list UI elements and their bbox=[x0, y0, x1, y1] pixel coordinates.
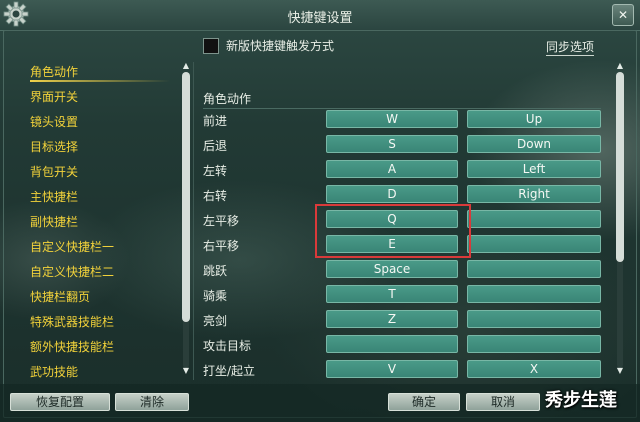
close-button[interactable]: ✕ bbox=[612, 4, 634, 26]
secondary-key-button[interactable] bbox=[467, 235, 601, 253]
keybind-row: 后退 S Down bbox=[203, 134, 603, 154]
sidebar-item-main-bar[interactable]: 主快捷栏 bbox=[30, 187, 180, 212]
sidebar-item-camera[interactable]: 镜头设置 bbox=[30, 112, 180, 137]
action-name: 亮剑 bbox=[203, 314, 228, 328]
primary-key-button[interactable]: V bbox=[326, 360, 458, 378]
shortcut-settings-window: 快捷键设置 ✕ 新版快捷键触发方式 同步选项 角色动作 界面开关 镜头设置 目标… bbox=[0, 0, 640, 422]
action-name: 右转 bbox=[203, 189, 228, 203]
keybind-row: 左转 A Left bbox=[203, 159, 603, 179]
sidebar-item-interface[interactable]: 界面开关 bbox=[30, 87, 180, 112]
secondary-key-button[interactable]: Up bbox=[467, 110, 601, 128]
secondary-key-button[interactable] bbox=[467, 335, 601, 353]
ok-button[interactable]: 确定 bbox=[388, 393, 460, 411]
title-bar: 快捷键设置 ✕ bbox=[0, 0, 640, 31]
new-mode-checkbox[interactable] bbox=[203, 37, 219, 54]
primary-key-button[interactable]: Z bbox=[326, 310, 458, 328]
section-title: 角色动作 bbox=[203, 92, 252, 106]
new-mode-option[interactable]: 新版快捷键触发方式 bbox=[203, 37, 334, 54]
primary-key-button[interactable]: S bbox=[326, 135, 458, 153]
clear-button[interactable]: 清除 bbox=[115, 393, 189, 411]
keybind-row: 右转 D Right bbox=[203, 184, 603, 204]
cancel-button[interactable]: 取消 bbox=[466, 393, 540, 411]
primary-key-button[interactable]: W bbox=[326, 110, 458, 128]
scroll-up-icon[interactable]: ▲ bbox=[181, 62, 191, 70]
action-name: 骑乘 bbox=[203, 289, 228, 303]
sidebar-item-bar-page[interactable]: 快捷栏翻页 bbox=[30, 287, 180, 312]
sidebar-item-custom-bar-2[interactable]: 自定义快捷栏二 bbox=[30, 262, 180, 287]
secondary-key-button[interactable] bbox=[467, 210, 601, 228]
sidebar-scroll-thumb[interactable] bbox=[182, 72, 190, 322]
keybind-row: 跳跃 Space bbox=[203, 259, 603, 279]
secondary-key-button[interactable] bbox=[467, 285, 601, 303]
sidebar-item-custom-bar-1[interactable]: 自定义快捷栏一 bbox=[30, 237, 180, 262]
new-mode-label: 新版快捷键触发方式 bbox=[226, 39, 335, 53]
keybind-row: 打坐/起立 V X bbox=[203, 359, 603, 379]
keybind-row: 攻击目标 bbox=[203, 334, 603, 354]
annotation-highlight-box bbox=[315, 204, 471, 258]
primary-key-button[interactable] bbox=[326, 335, 458, 353]
sync-options-link[interactable]: 同步选项 bbox=[546, 38, 595, 56]
secondary-key-button[interactable] bbox=[467, 310, 601, 328]
action-name: 打坐/起立 bbox=[203, 364, 256, 378]
action-name: 前进 bbox=[203, 114, 228, 128]
panel-divider bbox=[193, 62, 194, 380]
action-name: 左平移 bbox=[203, 214, 240, 228]
watermark-text: 秀步生莲 bbox=[545, 390, 617, 411]
primary-key-button[interactable]: A bbox=[326, 160, 458, 178]
keybind-row: 亮剑 Z bbox=[203, 309, 603, 329]
restore-config-button[interactable]: 恢复配置 bbox=[10, 393, 110, 411]
sidebar-item-special-weapon[interactable]: 特殊武器技能栏 bbox=[30, 312, 180, 337]
sidebar-item-sub-bar[interactable]: 副快捷栏 bbox=[30, 212, 180, 237]
category-sidebar: 角色动作 界面开关 镜头设置 目标选择 背包开关 主快捷栏 副快捷栏 自定义快捷… bbox=[30, 62, 180, 387]
sidebar-item-role-action[interactable]: 角色动作 bbox=[30, 62, 180, 87]
secondary-key-button[interactable] bbox=[467, 260, 601, 278]
action-name: 攻击目标 bbox=[203, 339, 252, 353]
sidebar-item-extra-skill-bar[interactable]: 额外快捷技能栏 bbox=[30, 337, 180, 362]
primary-key-button[interactable]: D bbox=[326, 185, 458, 203]
keybind-row: 前进 W Up bbox=[203, 109, 603, 129]
scroll-up-icon[interactable]: ▲ bbox=[615, 62, 625, 70]
sidebar-scrollbar[interactable]: ▲ ▼ bbox=[181, 62, 191, 378]
action-name: 左转 bbox=[203, 164, 228, 178]
sidebar-item-bag[interactable]: 背包开关 bbox=[30, 162, 180, 187]
primary-key-button[interactable]: Space bbox=[326, 260, 458, 278]
sidebar-item-target[interactable]: 目标选择 bbox=[30, 137, 180, 162]
secondary-key-button[interactable]: Down bbox=[467, 135, 601, 153]
scroll-down-icon[interactable]: ▼ bbox=[181, 367, 191, 375]
primary-key-button[interactable]: T bbox=[326, 285, 458, 303]
action-name: 右平移 bbox=[203, 239, 240, 253]
secondary-key-button[interactable]: Right bbox=[467, 185, 601, 203]
secondary-key-button[interactable]: X bbox=[467, 360, 601, 378]
window-title: 快捷键设置 bbox=[287, 11, 353, 26]
action-name: 跳跃 bbox=[203, 264, 228, 278]
action-name: 后退 bbox=[203, 139, 228, 153]
scroll-down-icon[interactable]: ▼ bbox=[615, 367, 625, 375]
keybind-row: 骑乘 T bbox=[203, 284, 603, 304]
keybind-scroll-thumb[interactable] bbox=[616, 72, 624, 262]
keybind-scrollbar[interactable]: ▲ ▼ bbox=[615, 62, 625, 378]
secondary-key-button[interactable]: Left bbox=[467, 160, 601, 178]
